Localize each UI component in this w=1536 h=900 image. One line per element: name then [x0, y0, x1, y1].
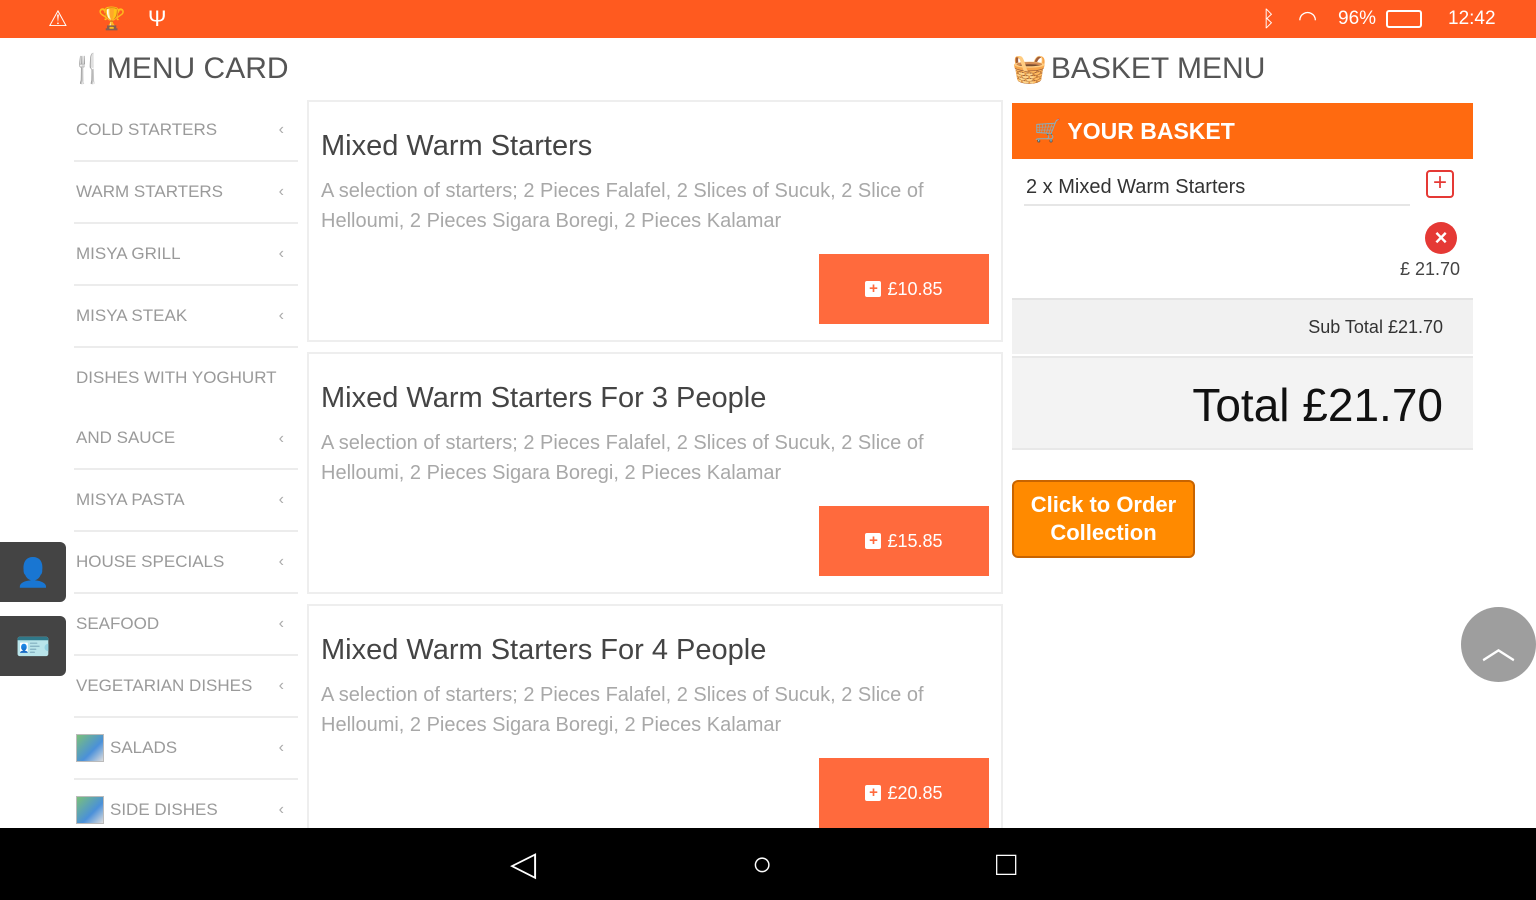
total-value: Total £21.70 — [1192, 379, 1443, 431]
battery-percent: 96% — [1338, 8, 1377, 29]
basket-icon: 🧺 — [1012, 53, 1047, 84]
chevron-left-icon: ‹ — [278, 183, 284, 200]
bluetooth-icon: ᛒ — [1262, 6, 1276, 31]
category-label: MISYA PASTA — [76, 490, 185, 509]
chevron-left-icon: ‹ — [278, 801, 284, 818]
status-bar: ⚠ 🏆 Ψ ᛒ ◠ 96% 12:42 — [0, 0, 1536, 38]
dish-price: £15.85 — [887, 530, 943, 551]
plus-icon: + — [865, 533, 882, 549]
category-vegetarian-dishes[interactable]: VEGETARIAN DISHES ‹ — [74, 656, 298, 718]
chevron-left-icon: ‹ — [278, 430, 284, 448]
dish-title: Mixed Warm Starters — [321, 130, 593, 162]
dish-card: Mixed Warm Starters For 4 People A selec… — [307, 604, 1003, 828]
dish-price: £10.85 — [887, 278, 943, 299]
chevron-up-icon: ︿ — [1481, 629, 1516, 667]
chevron-left-icon: ‹ — [278, 739, 284, 756]
chevron-left-icon: ‹ — [278, 245, 284, 262]
category-label: MISYA GRILL — [76, 244, 181, 263]
category-label: SEAFOOD — [76, 614, 160, 633]
chevron-left-icon: ‹ — [278, 491, 284, 508]
total-box: Total £21.70 — [1012, 356, 1473, 450]
chevron-left-icon: ‹ — [278, 615, 284, 632]
user-icon[interactable]: 👤 — [0, 542, 66, 602]
recents-icon[interactable]: □ — [996, 846, 1017, 882]
your-basket-label: YOUR BASKET — [1067, 117, 1235, 144]
category-label: SALADS — [110, 738, 178, 757]
category-list: COLD STARTERS ‹ WARM STARTERS ‹ MISYA GRIL… — [74, 100, 298, 842]
order-button-line1: Click to Order — [1030, 492, 1177, 517]
category-dishes-with-yoghurt[interactable]: DISHES WITH YOGHURT AND SAUCE ‹ — [74, 348, 298, 470]
category-label: AND SAUCE — [76, 428, 176, 447]
dish-description: A selection of starters; 2 Pieces Falafe… — [321, 432, 924, 484]
trophy-icon: 🏆 — [98, 6, 126, 31]
dish-title: Mixed Warm Starters For 3 People — [321, 382, 767, 414]
broken-image-icon — [76, 796, 104, 824]
category-label: VEGETARIAN DISHES — [76, 676, 253, 695]
category-salads[interactable]: SALADS ‹ — [74, 718, 298, 780]
category-label: COLD STARTERS — [76, 120, 218, 139]
menu-card-heading: 🍴MENU CARD — [70, 52, 289, 86]
category-misya-grill[interactable]: MISYA GRILL ‹ — [74, 224, 298, 286]
chevron-left-icon: ‹ — [278, 553, 284, 570]
wifi-icon: ◠ — [1298, 6, 1318, 31]
category-cold-starters[interactable]: COLD STARTERS ‹ — [74, 100, 298, 162]
plus-icon: + — [865, 281, 882, 297]
chevron-left-icon: ‹ — [278, 677, 284, 694]
side-tabs: 👤 🪪 — [0, 542, 66, 690]
warning-icon: ⚠ — [48, 6, 68, 31]
plus-icon: + — [865, 785, 882, 801]
cutlery-icon: 🍴 — [70, 53, 105, 84]
dish-card: Mixed Warm Starters For 3 People A selec… — [307, 352, 1003, 594]
order-button-line2: Collection — [1050, 520, 1157, 545]
dish-price: £20.85 — [887, 782, 943, 803]
contact-card-icon[interactable]: 🪪 — [0, 616, 66, 676]
category-misya-pasta[interactable]: MISYA PASTA ‹ — [74, 470, 298, 532]
home-icon[interactable]: ○ — [752, 846, 773, 882]
cart-icon: 🛒 — [1034, 118, 1062, 143]
basket-heading: 🧺 BASKET MENU — [1012, 52, 1265, 86]
category-label: WARM STARTERS — [76, 182, 224, 201]
dish-description: A selection of starters; 2 Pieces Falafe… — [321, 684, 924, 736]
category-label: MISYA STEAK — [76, 306, 188, 325]
your-basket-bar: 🛒 YOUR BASKET — [1012, 103, 1473, 159]
clock: 12:42 — [1448, 8, 1496, 29]
dish-title: Mixed Warm Starters For 4 People — [321, 634, 767, 666]
back-icon[interactable]: ◁ — [510, 846, 536, 882]
category-label: SIDE DISHES — [110, 800, 218, 819]
chevron-left-icon: ‹ — [278, 307, 284, 324]
chevron-left-icon: ‹ — [278, 121, 284, 138]
category-warm-starters[interactable]: WARM STARTERS ‹ — [74, 162, 298, 224]
category-label: DISHES WITH YOGHURT — [76, 368, 277, 387]
scroll-to-top-button[interactable]: ︿ — [1461, 607, 1536, 682]
battery-icon — [1386, 10, 1422, 28]
category-misya-steak[interactable]: MISYA STEAK ‹ — [74, 286, 298, 348]
basket-title: BASKET MENU — [1050, 52, 1266, 85]
subtotal-value: Sub Total £21.70 — [1308, 317, 1443, 337]
basket-item-label: 2 x Mixed Warm Starters — [1026, 176, 1246, 198]
remove-item-icon[interactable]: × — [1425, 222, 1457, 254]
add-to-basket-button[interactable]: + £15.85 — [819, 506, 989, 576]
add-to-basket-button[interactable]: + £20.85 — [819, 758, 989, 828]
android-nav-bar: ◁ ○ □ — [0, 828, 1536, 900]
category-label: HOUSE SPECIALS — [76, 552, 225, 571]
add-to-basket-button[interactable]: + £10.85 — [819, 254, 989, 324]
basket-item-price: £ 21.70 — [1399, 259, 1460, 279]
usb-icon: Ψ — [148, 6, 167, 31]
add-item-icon[interactable]: + — [1426, 170, 1454, 198]
basket-item: 2 x Mixed Warm Starters — [1024, 172, 1410, 206]
menu-card-title: MENU CARD — [106, 52, 289, 85]
dish-card: Mixed Warm Starters A selection of start… — [307, 100, 1003, 342]
category-seafood[interactable]: SEAFOOD ‹ — [74, 594, 298, 656]
category-house-specials[interactable]: HOUSE SPECIALS ‹ — [74, 532, 298, 594]
order-collection-button[interactable]: Click to Order Collection — [1012, 480, 1195, 558]
broken-image-icon — [76, 734, 104, 762]
dish-description: A selection of starters; 2 Pieces Falafe… — [321, 180, 924, 232]
subtotal-box: Sub Total £21.70 — [1012, 298, 1473, 354]
